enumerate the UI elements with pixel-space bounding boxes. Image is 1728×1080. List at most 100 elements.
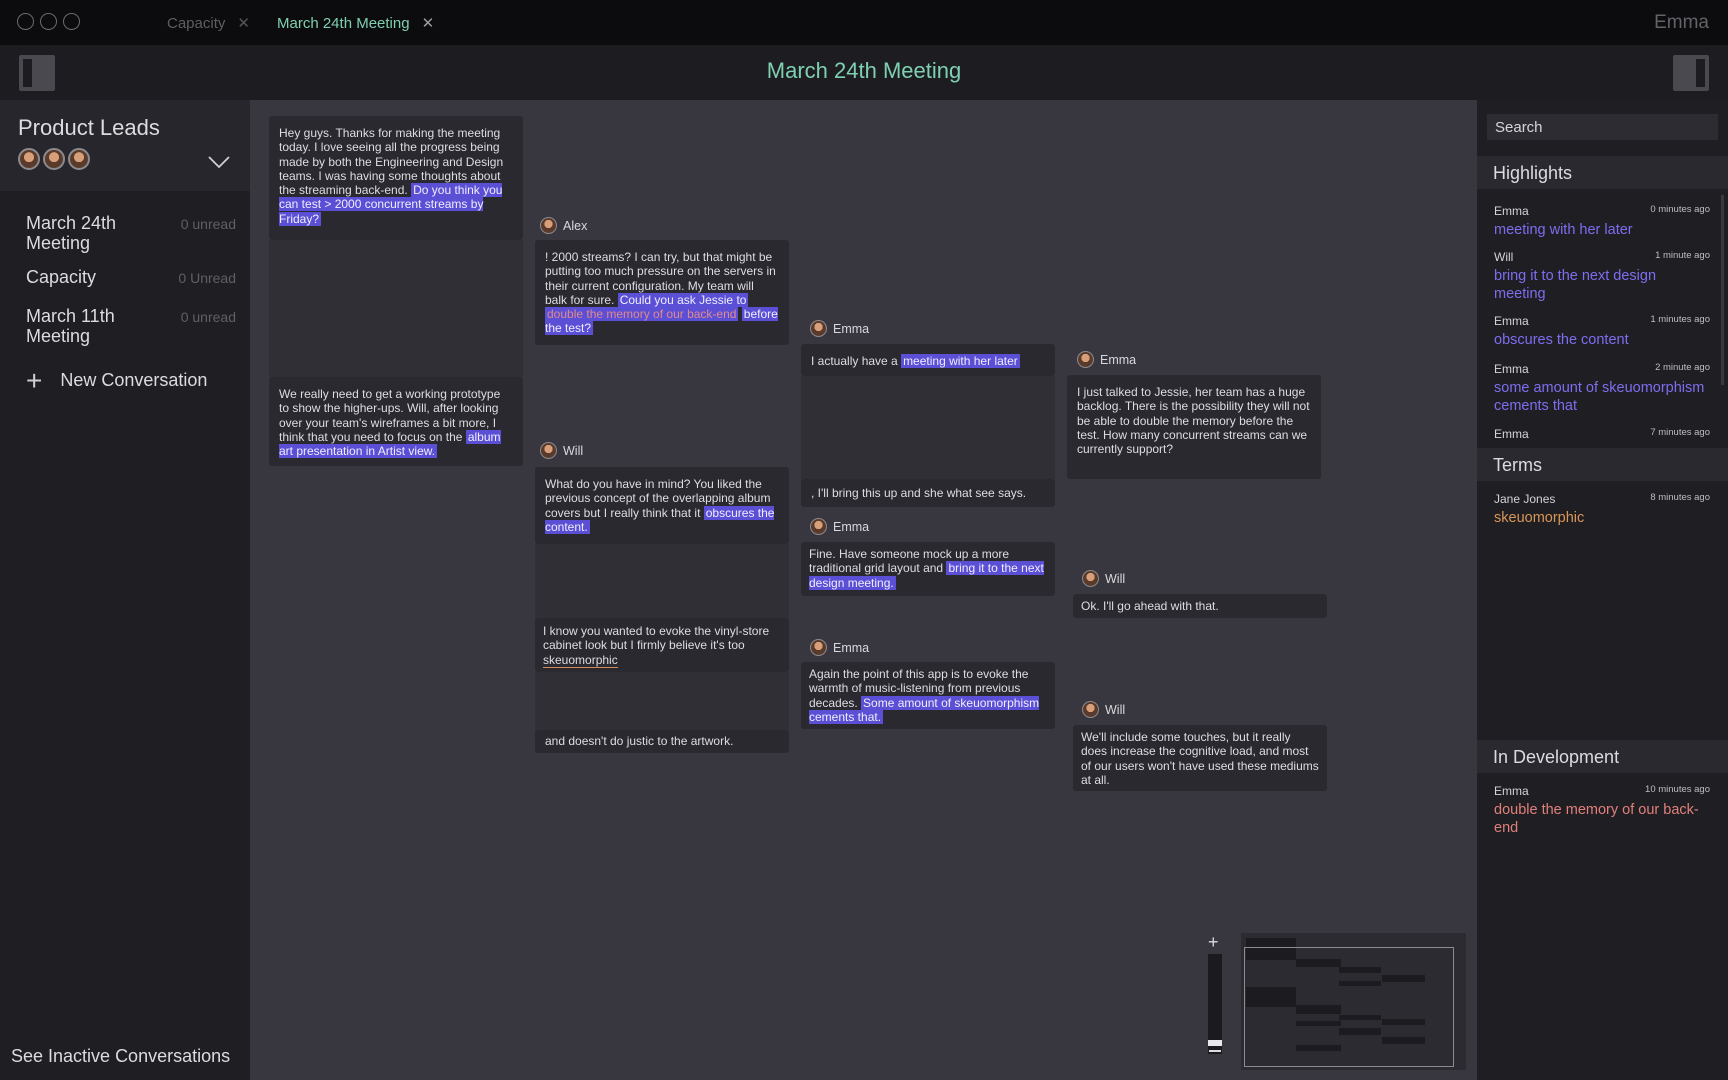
plus-icon: +: [26, 364, 43, 396]
highlight-author: Emma: [1494, 314, 1529, 328]
highlight-author: Emma: [1494, 204, 1529, 218]
author-will[interactable]: Will: [540, 442, 583, 459]
message-gap: [801, 376, 1055, 479]
header: March 24th Meeting: [0, 45, 1728, 100]
message-gap: [535, 672, 789, 730]
avatar[interactable]: [18, 148, 40, 170]
tab-label: March 24th Meeting: [277, 14, 410, 32]
highlight-text: some amount of skeuomorphism cements tha…: [1494, 380, 1705, 414]
minimap-viewport[interactable]: [1244, 947, 1454, 1067]
sidebar-item-march-11th[interactable]: March 11th Meeting 0 unread: [26, 306, 236, 346]
development-item[interactable]: Emma 10 minutes ago double the memory of …: [1494, 784, 1710, 837]
avatar: [1077, 351, 1094, 368]
author-alex[interactable]: Alex: [540, 217, 587, 234]
author-name: Emma: [833, 640, 870, 655]
term-author: Jane Jones: [1494, 492, 1556, 506]
avatar: [810, 639, 827, 656]
term-item[interactable]: Jane Jones 8 minutes ago skeuomorphic: [1494, 492, 1710, 528]
highlight-in-development[interactable]: double the memory of our back-end: [545, 307, 739, 322]
highlight-item[interactable]: Emma 7 minutes ago: [1494, 427, 1710, 441]
author-emma[interactable]: Emma: [810, 320, 869, 337]
highlight-text: obscures the content: [1494, 332, 1629, 348]
highlight-item[interactable]: Emma 0 minutes ago meeting with her later: [1494, 204, 1710, 240]
message-card[interactable]: I know you wanted to evoke the vinyl-sto…: [535, 618, 789, 672]
avatar[interactable]: [43, 148, 65, 170]
highlight-author: Emma: [1494, 362, 1529, 376]
message-text: , I'll bring this up and she what see sa…: [811, 486, 1027, 500]
toggle-right-panel-icon[interactable]: [1673, 55, 1709, 91]
highlight[interactable]: meeting with her later: [901, 354, 1020, 368]
avatar: [810, 320, 827, 337]
timestamp: 1 minutes ago: [1650, 314, 1710, 325]
minimize-window-button[interactable]: [40, 13, 57, 30]
conversation-label: Capacity: [26, 267, 97, 287]
scrollbar[interactable]: [1721, 195, 1724, 385]
right-panel: Highlights Emma 0 minutes ago meeting wit…: [1477, 100, 1728, 1080]
message-card[interactable]: Again the point of this app is to evoke …: [801, 662, 1055, 729]
message-text: I know you wanted to evoke the vinyl-sto…: [543, 624, 770, 653]
zoom-in-icon[interactable]: +: [1208, 932, 1219, 953]
message-card[interactable]: I actually have a meeting with her later: [801, 344, 1055, 376]
zoom-control: +: [1206, 932, 1224, 1072]
message-card[interactable]: and doesn't do justic to the artwork.: [535, 730, 789, 753]
author-name: Emma: [833, 519, 870, 534]
message-text: I actually have a: [811, 354, 898, 368]
author-will[interactable]: Will: [1082, 701, 1125, 718]
highlight[interactable]: Could you ask Jessie to: [617, 292, 749, 307]
highlight-item[interactable]: Will 1 minute ago bring it to the next de…: [1494, 250, 1710, 303]
sidebar-item-capacity[interactable]: Capacity 0 Unread: [26, 267, 236, 287]
chevron-down-icon[interactable]: [208, 155, 230, 169]
author-emma[interactable]: Emma: [810, 639, 869, 656]
group-header[interactable]: Product Leads: [0, 100, 250, 191]
author-emma[interactable]: Emma: [1077, 351, 1136, 368]
message-card[interactable]: Ok. I'll go ahead with that.: [1073, 594, 1327, 618]
tab-label: Capacity: [167, 14, 226, 32]
message-card[interactable]: We'll include some touches, but it reall…: [1073, 725, 1327, 791]
zoom-out-icon[interactable]: [1209, 1050, 1221, 1052]
avatar: [540, 442, 557, 459]
conversation-canvas[interactable]: Hey guys. Thanks for making the meeting …: [250, 100, 1477, 1080]
message-card[interactable]: I just talked to Jessie, her team has a …: [1067, 375, 1321, 479]
development-text: double the memory of our back-end: [1494, 802, 1699, 836]
term[interactable]: skeuomorphic: [543, 652, 618, 668]
term-text: skeuomorphic: [1494, 510, 1585, 526]
unread-count: 0 unread: [180, 216, 236, 232]
see-inactive-conversations-link[interactable]: See Inactive Conversations: [11, 1046, 230, 1067]
message-card[interactable]: ! 2000 streams? I can try, but that migh…: [535, 240, 789, 345]
message-card[interactable]: Hey guys. Thanks for making the meeting …: [269, 116, 523, 240]
author-name: Emma: [833, 321, 870, 336]
page-title: March 24th Meeting: [766, 58, 962, 83]
message-card[interactable]: , I'll bring this up and she what see sa…: [801, 479, 1055, 507]
message-card[interactable]: We really need to get a working prototyp…: [269, 377, 523, 466]
user-name[interactable]: Emma: [1654, 12, 1709, 34]
highlight-item[interactable]: Emma 2 minute ago some amount of skeuomor…: [1494, 362, 1710, 415]
search-input[interactable]: [1487, 114, 1718, 140]
minimap[interactable]: [1241, 933, 1466, 1070]
avatar: [810, 518, 827, 535]
conversation-label: March 11th Meeting: [26, 306, 115, 346]
close-icon[interactable]: ✕: [422, 14, 435, 32]
close-window-button[interactable]: [17, 13, 34, 30]
message-card[interactable]: Fine. Have someone mock up a more tradit…: [801, 542, 1055, 596]
sidebar: Product Leads March 24th Meeting 0 unrea…: [0, 100, 250, 1080]
message-gap: [269, 240, 523, 377]
avatar[interactable]: [68, 148, 90, 170]
author-emma[interactable]: Emma: [810, 518, 869, 535]
zoom-slider-handle[interactable]: [1208, 1040, 1222, 1046]
tab-march-24th-meeting[interactable]: March 24th Meeting ✕: [277, 14, 435, 33]
group-title: Product Leads: [18, 115, 160, 140]
highlight-item[interactable]: Emma 1 minutes ago obscures the content: [1494, 314, 1710, 350]
tab-capacity[interactable]: Capacity ✕: [167, 14, 250, 33]
avatar: [540, 217, 557, 234]
zoom-slider[interactable]: [1208, 954, 1222, 1054]
timestamp: 2 minute ago: [1655, 362, 1710, 373]
sidebar-item-march-24th[interactable]: March 24th Meeting 0 unread: [26, 213, 236, 253]
timestamp: 0 minutes ago: [1650, 204, 1710, 215]
author-will[interactable]: Will: [1082, 570, 1125, 587]
message-card[interactable]: What do you have in mind? You liked the …: [535, 467, 789, 544]
member-avatars: [18, 148, 90, 170]
terms-section-title: Terms: [1477, 448, 1728, 481]
close-icon[interactable]: ✕: [237, 14, 250, 32]
new-conversation-button[interactable]: + New Conversation: [26, 364, 207, 396]
maximize-window-button[interactable]: [63, 13, 80, 30]
